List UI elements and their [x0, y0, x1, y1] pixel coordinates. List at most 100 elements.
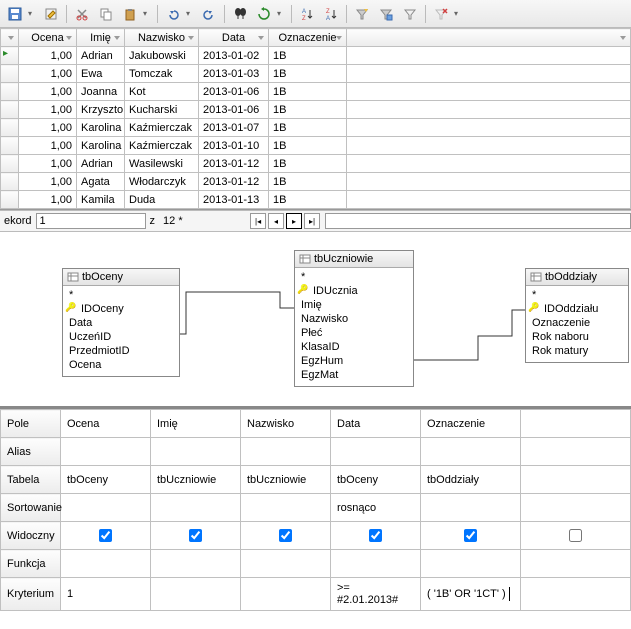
er-field[interactable]: IDUcznia [301, 284, 407, 298]
row-header[interactable] [1, 155, 19, 173]
grid-cell[interactable]: Kamila [77, 191, 125, 209]
visible-checkbox[interactable] [279, 529, 292, 542]
grid-cell[interactable]: Duda [125, 191, 199, 209]
standard-filter-icon[interactable] [375, 3, 397, 25]
col-header[interactable]: Imię [77, 29, 125, 47]
er-table-tbuczniowie[interactable]: tbUczniowie * IDUcznia Imię Nazwisko Płe… [294, 250, 414, 387]
design-cell[interactable] [151, 438, 241, 466]
design-cell[interactable] [241, 522, 331, 550]
grid-cell[interactable]: 2013-01-13 [199, 191, 269, 209]
er-field[interactable]: Imię [301, 298, 407, 312]
grid-cell[interactable]: Kaźmierczak [125, 137, 199, 155]
table-row[interactable]: 1,00KarolinaKaźmierczak2013-01-101B [1, 137, 631, 155]
design-cell[interactable]: 1 [61, 578, 151, 611]
dropdown-icon[interactable]: ▾ [454, 9, 464, 18]
design-cell[interactable] [61, 522, 151, 550]
row-header-corner[interactable] [1, 29, 19, 47]
grid-cell[interactable]: 1,00 [19, 83, 77, 101]
table-row[interactable]: 1,00AgataWłodarczyk2013-01-121B [1, 173, 631, 191]
row-header[interactable] [1, 83, 19, 101]
grid-cell[interactable]: 2013-01-06 [199, 83, 269, 101]
col-header-empty[interactable] [347, 29, 631, 47]
design-cell[interactable] [241, 438, 331, 466]
grid-cell[interactable]: 1B [269, 191, 347, 209]
grid-cell[interactable]: Agata [77, 173, 125, 191]
grid-cell[interactable]: 2013-01-06 [199, 101, 269, 119]
save-icon[interactable] [4, 3, 26, 25]
grid-cell[interactable]: 1,00 [19, 173, 77, 191]
visible-checkbox[interactable] [189, 529, 202, 542]
design-cell[interactable] [521, 522, 631, 550]
design-cell[interactable] [421, 494, 521, 522]
er-table-tboddzialy[interactable]: tbOddziały * IDOddziału Oznaczenie Rok n… [525, 268, 629, 363]
design-cell[interactable] [521, 466, 631, 494]
grid-cell[interactable] [347, 101, 631, 119]
grid-cell[interactable] [347, 137, 631, 155]
grid-cell[interactable]: 1B [269, 119, 347, 137]
table-row[interactable]: 1,00KamilaDuda2013-01-131B [1, 191, 631, 209]
er-field[interactable]: EgzMat [301, 368, 407, 382]
grid-cell[interactable]: 1B [269, 47, 347, 65]
relationship-diagram[interactable]: tbOceny * IDOceny Data UczeńID Przedmiot… [0, 232, 631, 408]
grid-cell[interactable]: Włodarczyk [125, 173, 199, 191]
design-cell[interactable]: Oznaczenie [421, 410, 521, 438]
design-cell[interactable]: Nazwisko [241, 410, 331, 438]
grid-cell[interactable]: Adrian [77, 47, 125, 65]
row-header[interactable] [1, 65, 19, 83]
design-cell[interactable]: tbOceny [331, 466, 421, 494]
design-cell[interactable] [151, 578, 241, 611]
grid-cell[interactable]: 1,00 [19, 65, 77, 83]
grid-cell[interactable]: Kot [125, 83, 199, 101]
grid-cell[interactable]: 1B [269, 83, 347, 101]
design-cell[interactable] [521, 494, 631, 522]
grid-cell[interactable] [347, 155, 631, 173]
design-cell[interactable] [151, 494, 241, 522]
grid-cell[interactable]: 1B [269, 101, 347, 119]
er-field[interactable]: IDOceny [69, 302, 173, 316]
dropdown-icon[interactable]: ▾ [277, 9, 287, 18]
scroll-track[interactable] [325, 213, 631, 229]
grid-cell[interactable]: 1,00 [19, 155, 77, 173]
grid-cell[interactable]: Krzyszto [77, 101, 125, 119]
design-cell[interactable]: Ocena [61, 410, 151, 438]
design-cell[interactable] [521, 410, 631, 438]
grid-cell[interactable]: 1,00 [19, 137, 77, 155]
table-row[interactable]: 1,00KarolinaKaźmierczak2013-01-071B [1, 119, 631, 137]
grid-cell[interactable]: 2013-01-07 [199, 119, 269, 137]
nav-first-icon[interactable]: |◂ [250, 213, 266, 229]
col-header[interactable]: Data [199, 29, 269, 47]
design-cell[interactable] [241, 494, 331, 522]
table-row[interactable]: 1,00AdrianWasilewski2013-01-121B [1, 155, 631, 173]
grid-cell[interactable] [347, 191, 631, 209]
sort-desc-icon[interactable]: ZA [320, 3, 342, 25]
dropdown-icon[interactable]: ▾ [186, 9, 196, 18]
design-cell[interactable] [61, 550, 151, 578]
grid-cell[interactable]: 1,00 [19, 191, 77, 209]
grid-cell[interactable]: Joanna [77, 83, 125, 101]
table-row[interactable]: 1,00EwaTomczak2013-01-031B [1, 65, 631, 83]
record-number-input[interactable] [36, 213, 146, 229]
grid-cell[interactable]: Karolina [77, 137, 125, 155]
design-cell[interactable] [151, 550, 241, 578]
design-cell[interactable] [61, 494, 151, 522]
copy-icon[interactable] [95, 3, 117, 25]
dropdown-icon[interactable]: ▾ [143, 9, 153, 18]
nav-prev-icon[interactable]: ◂ [268, 213, 284, 229]
find-icon[interactable] [229, 3, 251, 25]
design-row-header[interactable]: Funkcja [1, 550, 61, 578]
grid-cell[interactable]: Tomczak [125, 65, 199, 83]
grid-cell[interactable]: Wasilewski [125, 155, 199, 173]
nav-last-icon[interactable]: ▸| [304, 213, 320, 229]
grid-cell[interactable]: 2013-01-10 [199, 137, 269, 155]
er-field[interactable]: Rok matury [532, 344, 622, 358]
col-header[interactable]: Oznaczenie [269, 29, 347, 47]
design-cell[interactable]: Data [331, 410, 421, 438]
er-field[interactable]: Oznaczenie [532, 316, 622, 330]
grid-cell[interactable]: 1,00 [19, 119, 77, 137]
refresh-icon[interactable] [253, 3, 275, 25]
design-row-header[interactable]: Pole [1, 410, 61, 438]
design-cell[interactable]: tbOceny [61, 466, 151, 494]
apply-filter-icon[interactable] [399, 3, 421, 25]
design-row-header[interactable]: Widoczny [1, 522, 61, 550]
grid-cell[interactable]: 2013-01-12 [199, 173, 269, 191]
